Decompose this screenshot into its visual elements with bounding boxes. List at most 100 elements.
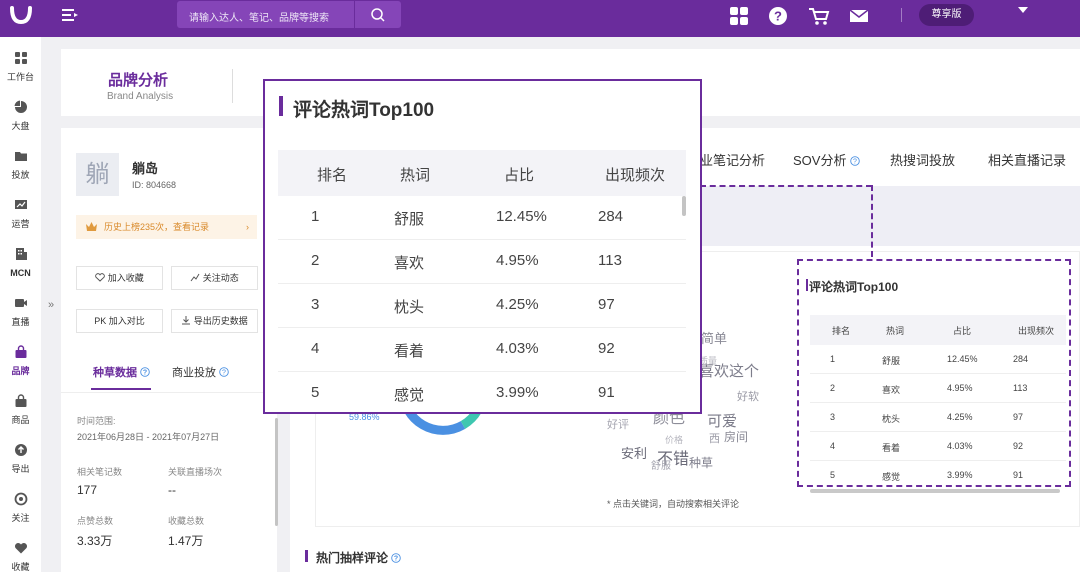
word-cell[interactable]: 舒服 [394,208,424,229]
word-cell[interactable]: 枕头 [882,412,900,425]
sidebar-item-favorites[interactable]: 收藏 [0,531,41,572]
word-cell[interactable]: 枕头 [394,296,424,317]
tab-sov-analysis[interactable]: SOV分析 ? [793,150,860,169]
time-range-value: 2021年06月28日 - 2021年07月27日 [77,432,220,442]
rank-cell: 2 [311,252,320,269]
info-icon: ? [219,367,229,377]
history-rank-link[interactable]: 历史上榜235次，查看记录 › [76,215,257,239]
tab-seeding-data[interactable]: 种草数据 ? [93,364,150,380]
tab-hot-search[interactable]: 热搜词投放 [890,150,955,169]
sidebar-item-label: 投放 [11,170,30,180]
add-favorite-button[interactable]: 加入收藏 [76,266,163,290]
divider [61,392,277,393]
rank-cell: 1 [311,208,320,225]
table-row: 5 感觉 3.99% 91 [278,372,686,416]
word-cell[interactable]: 舒服 [882,354,900,367]
crown-icon [86,222,97,231]
tab-live-records[interactable]: 相关直播记录 [988,150,1066,169]
stat-label: 相关笔记数 [77,467,123,477]
sidebar-item-follow[interactable]: 关注 [0,482,41,528]
sidebar-item-product[interactable]: 商品 [0,384,41,430]
column-header: 占比 [953,326,972,336]
tab-sov-label: SOV分析 [793,153,847,168]
tab-commercial-label: 商业投放 [172,367,216,379]
brand-profile-card: 躺 躺岛 ID: 804668 历史上榜235次，查看记录 › 加入收藏 关注动… [61,128,277,572]
help-icon[interactable]: ? [768,6,788,26]
mail-icon[interactable] [849,6,869,26]
tab-commercial[interactable]: 商业投放 ? [172,364,229,380]
pie-chart-icon [14,100,27,113]
horizontal-scrollbar[interactable] [810,489,1060,493]
word-cell[interactable]: 喜欢 [394,252,424,273]
sidebar-item-label: MCN [10,268,31,278]
sidebar-item-operation[interactable]: 运营 [0,188,41,234]
table-row: 2 喜欢 4.95% 113 [810,374,1066,403]
dropdown-caret-icon[interactable] [1018,7,1028,13]
table-row: 1 舒服 12.45% 284 [278,196,686,240]
word-cloud-item[interactable]: 安利 [621,443,647,462]
folder-icon [14,152,27,161]
sidebar-item-workbench[interactable]: 工作台 [0,41,41,87]
word-cloud-item[interactable]: 好软 [737,388,759,404]
word-cell[interactable]: 感觉 [882,470,900,483]
sidebar-item-live[interactable]: 直播 [0,286,41,332]
word-cell[interactable]: 看着 [882,441,900,454]
eye-icon [14,492,27,506]
stat-value: 3.33万 [77,534,113,548]
frequency-cell: 92 [598,340,615,357]
sidebar-item-delivery[interactable]: 投放 [0,139,41,185]
rank-cell: 3 [830,412,836,422]
add-compare-label: PK 加入对比 [94,316,145,326]
sidebar: 工作台 大盘 投放 运营 MCN 直播 品牌 商品 导出 关注 收藏 [0,37,41,572]
avatar: 躺 [76,153,119,196]
follow-updates-button[interactable]: 关注动态 [171,266,258,290]
building-icon [15,248,27,260]
word-cloud-item[interactable]: 好评 [607,416,629,432]
table-header: 排名 热词 占比 出现频次 [278,150,686,196]
search-input[interactable]: 请输入达人、笔记、品牌等搜索 [189,9,329,24]
search-button[interactable] [354,1,401,28]
sidebar-item-label: 直播 [11,317,30,327]
word-cloud-item[interactable]: 简单 [701,328,727,347]
sidebar-item-label: 商品 [11,415,30,425]
word-cloud-item[interactable]: 价格 [665,433,683,446]
sidebar-item-export[interactable]: 导出 [0,433,41,479]
ratio-cell: 4.95% [947,383,973,393]
logo-icon[interactable] [8,4,34,26]
sidebar-item-label: 关注 [11,513,30,523]
word-cloud-item[interactable]: 西 [709,430,720,446]
table-row: 5 感觉 3.99% 91 [810,461,1066,490]
add-compare-button[interactable]: PK 加入对比 [76,309,163,333]
ratio-cell: 3.99% [947,470,973,480]
column-header: 出现频次 [1018,326,1055,336]
word-cloud-item[interactable]: 种草 [689,454,713,471]
hot-words-table-small: 评论热词Top100 排名 热词 占比 出现频次 1 舒服 12.45% 284… [797,259,1071,487]
search-box[interactable]: 请输入达人、笔记、品牌等搜索 [177,1,401,28]
column-header: 占比 [504,167,535,184]
word-cloud-item[interactable]: 房间 [724,428,748,445]
scrollbar[interactable] [275,418,278,526]
ratio-cell: 12.45% [496,208,547,225]
info-icon: ? [391,553,402,563]
word-cell[interactable]: 看着 [394,340,424,361]
tab-note-analysis[interactable]: 业笔记分析 [700,150,765,169]
export-history-button[interactable]: 导出历史数据 [171,309,258,333]
sidebar-item-label: 品牌 [11,366,30,376]
info-icon: ? [850,156,860,166]
frequency-cell: 97 [598,296,615,313]
sidebar-item-market[interactable]: 大盘 [0,90,41,136]
menu-toggle-icon[interactable] [62,8,78,22]
rank-cell: 4 [830,441,836,451]
vip-button[interactable]: 尊享版 [919,4,974,26]
word-cloud-item[interactable]: 舒服 [651,457,671,472]
sidebar-item-mcn[interactable]: MCN [0,237,41,283]
grid-icon[interactable] [729,6,749,26]
cart-icon[interactable] [808,6,830,26]
stat-label: 关联直播场次 [168,467,223,477]
sidebar-item-brand[interactable]: 品牌 [0,335,41,381]
vertical-scrollbar[interactable] [682,196,686,216]
word-cell[interactable]: 喜欢 [882,383,900,396]
collapse-toggle[interactable]: » [48,299,54,311]
word-cell[interactable]: 感觉 [394,384,424,405]
history-text: 历史上榜235次，查看记录 [104,222,210,232]
